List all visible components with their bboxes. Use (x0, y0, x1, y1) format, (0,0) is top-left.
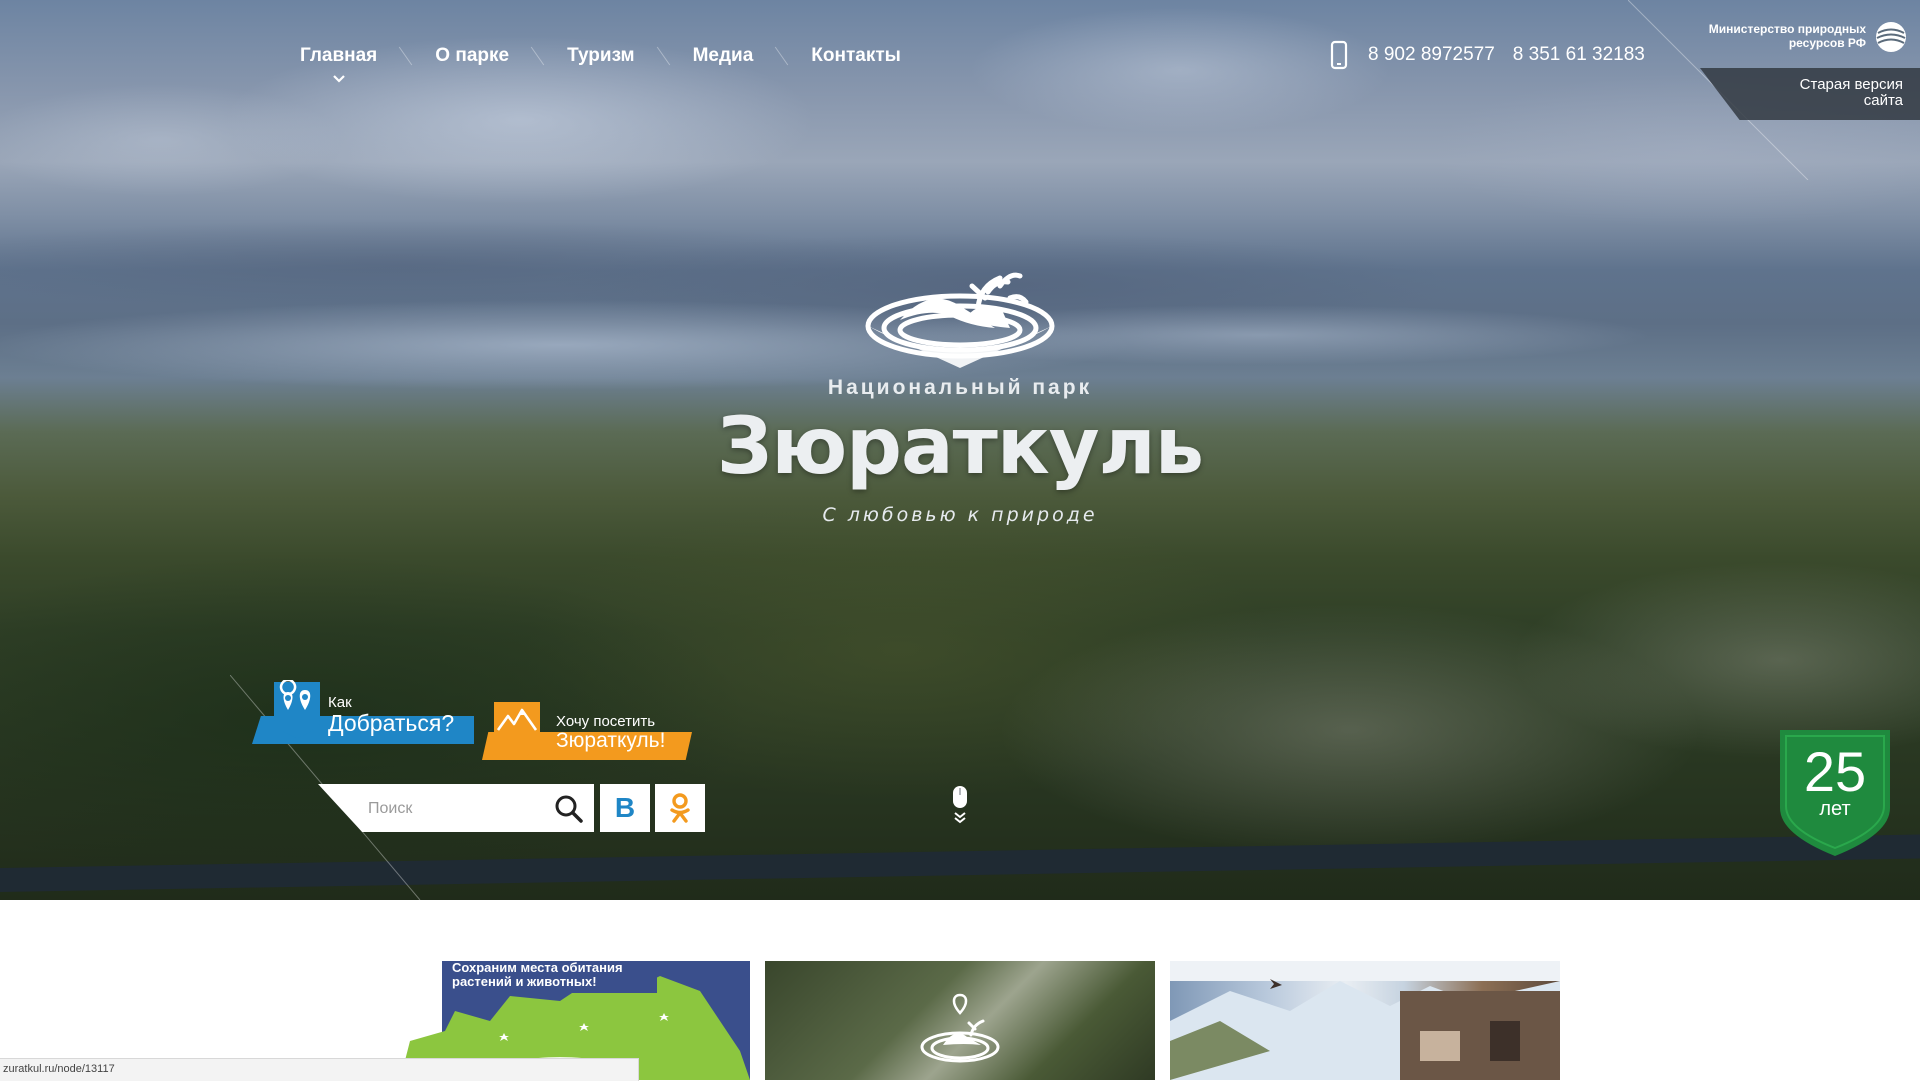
want-to-visit-button[interactable]: Хочу посетить Зюраткуль! (482, 700, 692, 762)
search-box (318, 784, 594, 832)
nav-separator (527, 45, 549, 67)
news-card-2[interactable] (765, 961, 1155, 1080)
nav-item-label: Медиа (692, 45, 754, 66)
nav-item-label: Контакты (811, 45, 901, 66)
nav-separator (395, 45, 417, 67)
vk-icon: В (614, 792, 636, 823)
chevron-down-icon (332, 75, 345, 83)
card-1-caption: Сохраним места обитания растений и живот… (452, 961, 652, 989)
museum-exhibit-image (1170, 961, 1560, 1080)
nav-item-label: О парке (435, 45, 510, 66)
nav-separator (771, 45, 793, 67)
nav-item-home[interactable]: Главная (300, 45, 378, 83)
park-subtitle: Национальный парк (827, 376, 1093, 399)
news-card-3[interactable] (1170, 961, 1560, 1080)
want-to-visit-big-label: Зюраткуль! (556, 729, 666, 752)
status-url: zuratkul.ru/node/13117 (3, 1063, 115, 1075)
anniversary-label: лет (1819, 798, 1851, 820)
odnoklassniki-button[interactable] (655, 784, 705, 832)
nav-item-label: Главная (300, 45, 378, 66)
park-title: Зюраткуль (716, 402, 1204, 492)
park-logo-icon (865, 272, 1055, 368)
nav-item-label: Туризм (567, 45, 635, 66)
nav-item-media[interactable]: Медиа (693, 45, 754, 67)
map-pin-icon (274, 680, 320, 738)
browser-status-bar: zuratkul.ru/node/13117 (0, 1058, 639, 1081)
ministry-line-1: Министерство природных (1708, 22, 1866, 36)
how-to-get-big-label: Добраться? (328, 710, 455, 736)
park-logo-map-icon (920, 993, 1000, 1063)
phone-number-2[interactable]: 8 351 61 32183 (1513, 44, 1645, 66)
odnoklassniki-icon (670, 793, 690, 823)
ministry-globe-icon (1876, 22, 1906, 52)
phone-number-1[interactable]: 8 902 8972577 (1368, 44, 1495, 66)
anniversary-number: 25 (1803, 740, 1867, 803)
nav-separator (653, 45, 675, 67)
ministry-line-2: ресурсов РФ (1788, 36, 1866, 50)
nav-item-tourism[interactable]: Туризм (567, 45, 635, 67)
how-to-get-button[interactable]: Как Добраться? (252, 680, 474, 744)
old-version-label: Старая версия сайта (1800, 77, 1903, 109)
old-version-line-1: Старая версия (1799, 76, 1903, 93)
search-input[interactable] (366, 792, 540, 826)
phone-icon (1330, 40, 1348, 70)
main-nav: Главная О парке Туризм Медиа Контакты (300, 40, 901, 83)
search-icon[interactable] (554, 794, 584, 824)
contact-phones: 8 902 8972577 8 351 61 32183 (1328, 40, 1663, 70)
nav-item-about[interactable]: О парке (435, 45, 509, 67)
card-1-caption-line-1: Сохраним места обитания (452, 961, 623, 975)
card-1-caption-line-2: растений и животных! (452, 974, 597, 989)
want-to-visit-small-label: Хочу посетить (556, 713, 656, 730)
old-version-line-2: сайта (1863, 92, 1903, 109)
ministry-link[interactable]: Министерство природных ресурсов РФ (1709, 22, 1866, 50)
nav-item-contacts[interactable]: Контакты (811, 45, 901, 67)
how-to-get-small-label: Как (328, 694, 352, 711)
park-slogan: С любовью к природе (822, 504, 1098, 526)
mountain-icon (494, 702, 540, 760)
scroll-mouse-icon[interactable] (950, 784, 970, 828)
vk-button[interactable]: В (600, 784, 650, 832)
